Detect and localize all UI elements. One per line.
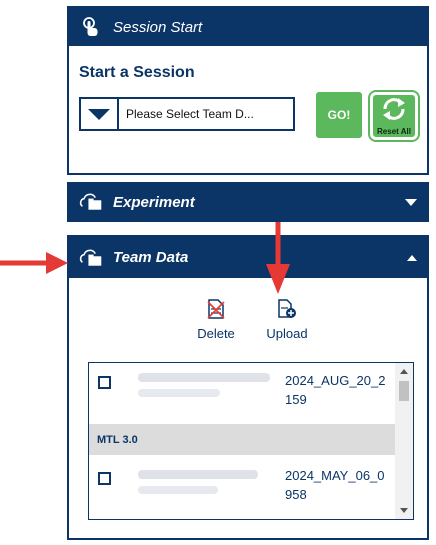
blurred-file-name xyxy=(138,373,270,382)
team-data-header[interactable]: Team Data xyxy=(69,237,427,278)
row-checkbox[interactable] xyxy=(98,376,111,389)
row-date: 2024_MAY_06_0 958 xyxy=(285,466,385,504)
experiment-panel[interactable]: Experiment xyxy=(67,182,429,222)
blurred-file-name xyxy=(138,470,258,479)
cloud-folder-icon xyxy=(79,190,103,214)
session-start-header: Session Start xyxy=(69,8,427,46)
delete-label: Delete xyxy=(197,326,235,341)
reset-all-button[interactable]: Reset All xyxy=(368,90,420,142)
scroll-down-icon[interactable] xyxy=(400,508,408,513)
list-item: 2024_MAY_06_0 958 xyxy=(89,456,395,519)
experiment-header[interactable]: Experiment xyxy=(69,184,427,220)
session-start-panel: Session Start Start a Session Please Sel… xyxy=(67,6,429,175)
scroll-up-icon[interactable] xyxy=(400,369,408,374)
row-date: 2024_AUG_20_2 159 xyxy=(285,371,385,409)
start-session-heading: Start a Session xyxy=(79,64,195,81)
list-item: 2024_AUG_20_2 159 xyxy=(89,363,395,429)
delete-button[interactable]: Delete xyxy=(194,299,238,341)
row-date-line2: 159 xyxy=(285,392,307,407)
upload-label: Upload xyxy=(266,326,308,341)
refresh-icon xyxy=(379,96,409,127)
annotation-arrow-right xyxy=(0,252,68,274)
team-data-list: 2024_AUG_20_2 159 MTL 3.0 2024_MAY_06_0 … xyxy=(88,362,414,520)
row-date-line1: 2024_AUG_20_2 xyxy=(285,373,386,388)
select-value: Please Select Team D... xyxy=(126,107,254,121)
cloud-folder-icon xyxy=(79,246,103,270)
blurred-file-name xyxy=(138,389,220,397)
dropdown-toggle[interactable] xyxy=(81,99,119,129)
row-date-line2: 958 xyxy=(285,487,307,502)
team-data-title: Team Data xyxy=(113,249,189,266)
team-data-select[interactable]: Please Select Team D... xyxy=(79,97,295,131)
reset-all-label: Reset All xyxy=(377,127,411,136)
scrollbar[interactable] xyxy=(395,363,413,519)
row-date-line1: 2024_MAY_06_0 xyxy=(285,468,385,483)
scrollbar-thumb[interactable] xyxy=(399,381,409,401)
experiment-title: Experiment xyxy=(113,193,195,211)
caret-up-icon[interactable] xyxy=(407,254,417,261)
session-start-title: Session Start xyxy=(113,18,203,36)
touch-hand-icon xyxy=(79,15,103,39)
go-button[interactable]: GO! xyxy=(316,92,362,138)
caret-down-icon[interactable] xyxy=(405,198,417,206)
chevron-down-icon xyxy=(88,108,110,120)
group-header: MTL 3.0 xyxy=(89,424,395,455)
row-checkbox[interactable] xyxy=(98,472,111,485)
upload-file-icon xyxy=(277,299,297,324)
upload-button[interactable]: Upload xyxy=(262,299,312,341)
team-data-panel: Team Data Delete Upload 2024_AUG_20_2 15… xyxy=(67,235,429,540)
delete-file-icon xyxy=(207,299,225,324)
blurred-file-name xyxy=(138,486,218,494)
group-label: MTL 3.0 xyxy=(97,433,138,446)
